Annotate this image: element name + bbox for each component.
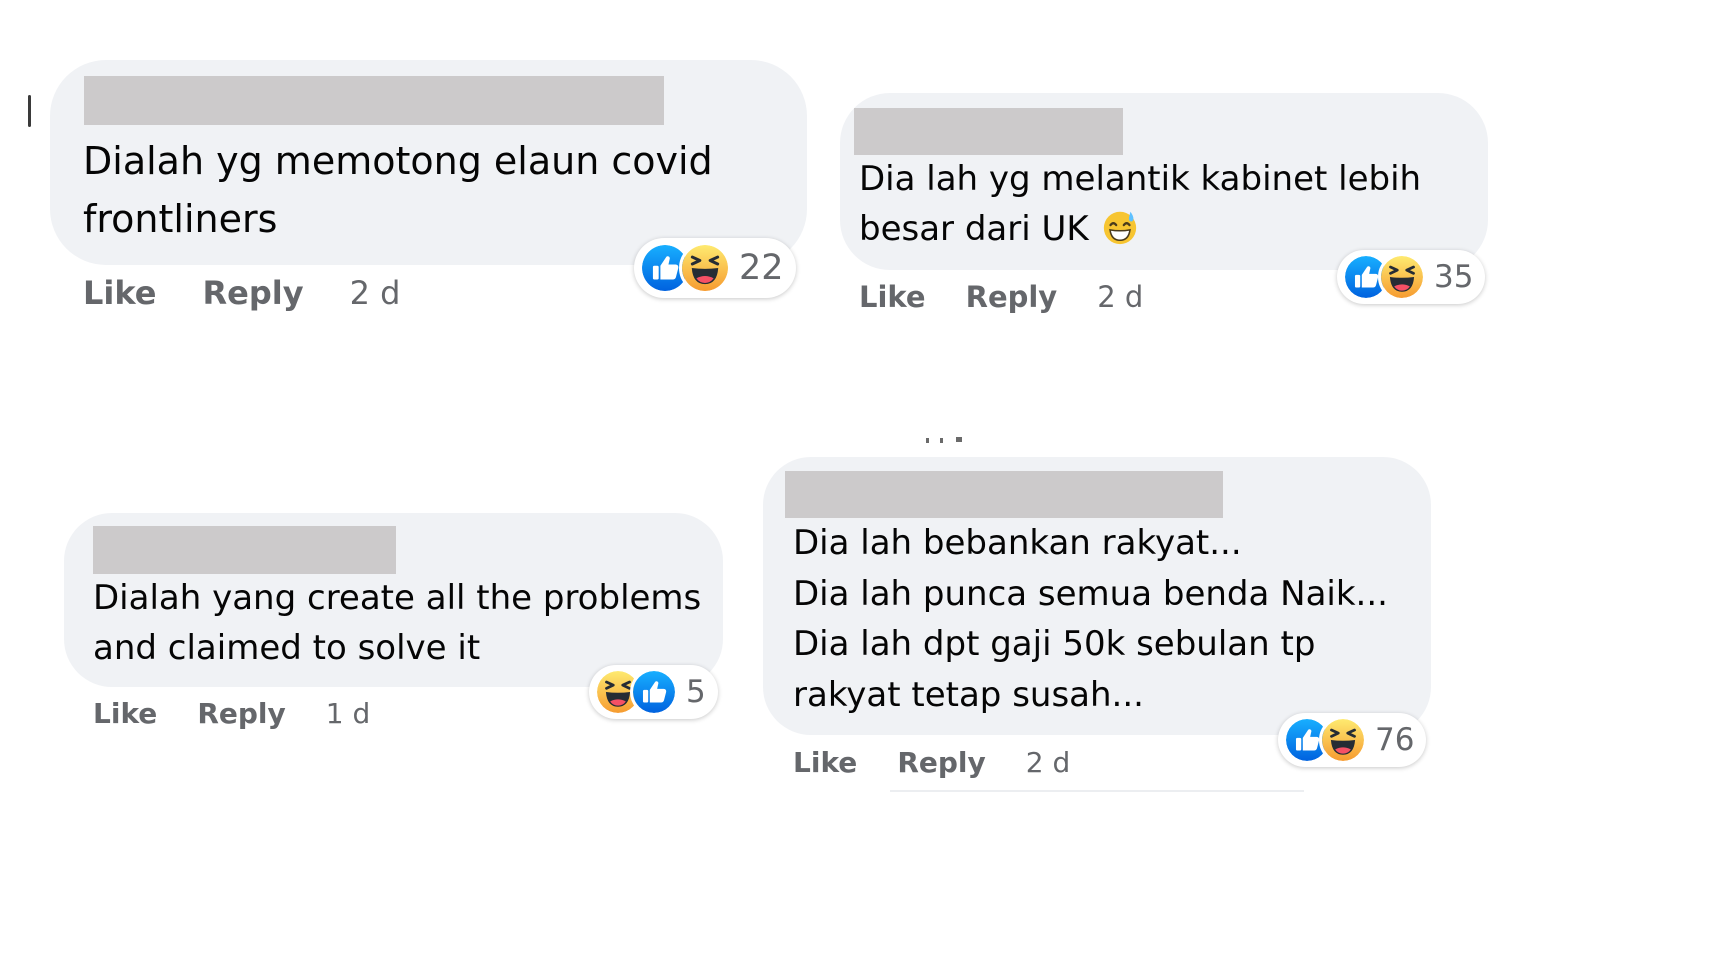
reaction-count: 22 bbox=[739, 248, 784, 288]
reaction-summary[interactable]: 22 bbox=[634, 238, 796, 298]
timestamp[interactable]: 1 d bbox=[326, 697, 371, 730]
comment-text-content: Dia lah yg melantik kabinet lebih besar … bbox=[859, 159, 1422, 249]
cropped-text-fragment bbox=[926, 437, 962, 443]
comment-text: Dia lah bebankan rakyat... Dia lah punca… bbox=[793, 523, 1388, 715]
comment-text: Dialah yang create all the problems and … bbox=[93, 578, 702, 668]
comment-actions: Like Reply 2 d bbox=[793, 742, 1070, 782]
like-button[interactable]: Like bbox=[859, 280, 926, 314]
divider bbox=[890, 790, 1304, 792]
comment-3: Dialah yang create all the problems and … bbox=[64, 513, 724, 743]
like-icon bbox=[630, 668, 678, 716]
like-button[interactable]: Like bbox=[793, 746, 857, 779]
comment-text: Dia lah yg melantik kabinet lebih besar … bbox=[859, 154, 1421, 254]
comment-2: Dia lah yg melantik kabinet lebih besar … bbox=[840, 93, 1490, 333]
reaction-summary[interactable]: 35 bbox=[1337, 250, 1486, 304]
reply-button[interactable]: Reply bbox=[897, 746, 985, 779]
redacted-author-name bbox=[785, 471, 1223, 518]
like-button[interactable]: Like bbox=[83, 274, 156, 312]
like-button[interactable]: Like bbox=[93, 697, 157, 730]
comment-actions: Like Reply 2 d bbox=[859, 277, 1143, 317]
comment-text: Dialah yg memotong elaun covid frontline… bbox=[83, 139, 713, 241]
comment-1: Dialah yg memotong elaun covid frontline… bbox=[50, 60, 810, 320]
reply-button[interactable]: Reply bbox=[966, 280, 1058, 314]
haha-icon bbox=[1378, 253, 1426, 301]
grinning-sweat-emoji bbox=[1103, 211, 1136, 245]
left-edge-mark bbox=[28, 95, 31, 127]
timestamp[interactable]: 2 d bbox=[1097, 280, 1143, 314]
comment-actions: Like Reply 1 d bbox=[93, 693, 370, 733]
reaction-summary[interactable]: 76 bbox=[1278, 713, 1427, 767]
comment-4: Dia lah bebankan rakyat... Dia lah punca… bbox=[763, 457, 1433, 787]
reaction-count: 5 bbox=[686, 674, 706, 710]
redacted-author-name bbox=[84, 76, 664, 125]
reply-button[interactable]: Reply bbox=[197, 697, 285, 730]
timestamp[interactable]: 2 d bbox=[1026, 746, 1071, 779]
reply-button[interactable]: Reply bbox=[202, 274, 303, 312]
redacted-author-name bbox=[854, 108, 1123, 155]
reaction-count: 76 bbox=[1375, 722, 1415, 758]
reaction-summary[interactable]: 5 bbox=[589, 665, 718, 719]
haha-icon bbox=[679, 242, 731, 294]
redacted-author-name bbox=[93, 526, 396, 574]
haha-icon bbox=[1319, 716, 1367, 764]
timestamp[interactable]: 2 d bbox=[350, 274, 401, 312]
reaction-count: 35 bbox=[1434, 259, 1474, 295]
comment-actions: Like Reply 2 d bbox=[83, 273, 400, 313]
